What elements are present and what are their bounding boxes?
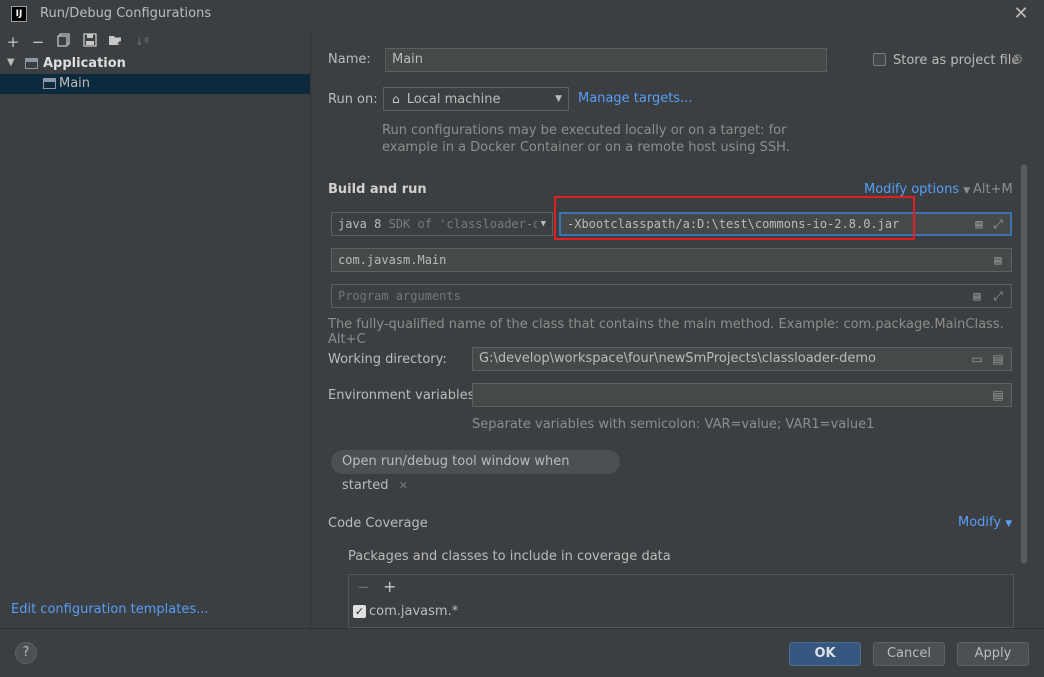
gear-icon[interactable]: ⚙ — [1011, 52, 1024, 68]
code-coverage-heading: Code Coverage — [328, 516, 428, 531]
build-and-run-heading: Build and run — [328, 182, 427, 197]
main-class-value: com.javasm.Main — [338, 253, 447, 267]
store-as-project-checkbox[interactable] — [873, 53, 886, 66]
expand-icon[interactable]: ⤢ — [991, 288, 1005, 304]
tree-item-label: Application — [43, 56, 126, 71]
tool-window-option-tag: Open run/debug tool window when started … — [331, 450, 620, 493]
working-directory-value: G:\develop\workspace\four\newSmProjects\… — [479, 351, 876, 366]
chevron-down-icon: ▼ — [1005, 519, 1013, 529]
run-on-value: Local machine — [406, 92, 501, 107]
chevron-down-icon[interactable]: ▼ — [7, 57, 15, 68]
application-icon — [25, 58, 38, 69]
working-directory-label: Working directory: — [328, 352, 447, 367]
coverage-list: − + ✓ com.javasm.* — [348, 574, 1014, 628]
modify-label: Modify — [958, 515, 1002, 530]
document-icon[interactable]: ▤ — [972, 216, 986, 232]
name-label: Name: — [328, 52, 371, 67]
sdk-value: java 8 — [338, 217, 382, 231]
copy-icon[interactable] — [55, 33, 73, 51]
remove-icon[interactable]: − — [29, 33, 47, 51]
document-icon[interactable]: ▤ — [991, 387, 1005, 403]
tool-window-option-label: Open run/debug tool window when started — [342, 454, 570, 493]
help-button[interactable]: ? — [15, 642, 37, 664]
chevron-down-icon: ▼ — [963, 186, 971, 196]
coverage-packages-label: Packages and classes to include in cover… — [348, 549, 671, 564]
chevron-down-icon: ▼ — [536, 213, 546, 235]
name-input[interactable] — [392, 49, 783, 71]
scrollbar[interactable] — [1021, 164, 1027, 564]
modify-options-label: Modify options — [864, 182, 960, 197]
save-icon[interactable] — [81, 33, 99, 51]
program-arguments-input[interactable] — [338, 285, 944, 307]
cancel-button[interactable]: Cancel — [873, 642, 945, 666]
main-class-hint: The fully-qualified name of the class th… — [328, 317, 1004, 347]
remove-icon[interactable]: − — [357, 578, 370, 596]
tree-item-label: Main — [59, 76, 91, 91]
expand-icon[interactable]: ⤢ — [991, 216, 1005, 232]
run-on-dropdown[interactable]: ⌂ Local machine ▼ — [383, 87, 569, 111]
sort-icon[interactable]: ↓ª — [133, 33, 151, 51]
sdk-suffix: SDK of 'classloader-d — [388, 217, 541, 231]
modify-link[interactable]: Modify ▼ — [958, 515, 1012, 530]
remove-tag-icon[interactable]: ✕ — [399, 479, 408, 492]
environment-variables-field[interactable]: ▤ — [472, 383, 1012, 407]
modify-options-link[interactable]: Modify options ▼ — [864, 182, 970, 197]
add-icon[interactable]: + — [4, 33, 22, 51]
folder-add-icon[interactable] — [107, 33, 125, 51]
window-title: Run/Debug Configurations — [40, 6, 212, 21]
tree-item-application[interactable]: ▼ Application — [0, 54, 310, 74]
environment-variables-hint: Separate variables with semicolon: VAR=v… — [472, 417, 875, 432]
tree-item-main[interactable]: Main — [0, 74, 310, 94]
folder-icon[interactable]: ▭ — [970, 351, 984, 367]
name-field[interactable] — [385, 48, 827, 72]
working-directory-field[interactable]: G:\develop\workspace\four\newSmProjects\… — [472, 347, 1012, 371]
edit-templates-link[interactable]: Edit configuration templates... — [11, 602, 209, 617]
sdk-dropdown[interactable]: java 8 SDK of 'classloader-d ▼ — [331, 212, 553, 236]
coverage-item-label: com.javasm.* — [369, 604, 459, 619]
intellij-logo-icon: IJ — [11, 6, 27, 22]
coverage-item-checkbox[interactable]: ✓ — [353, 605, 366, 618]
run-on-hint-line-2: example in a Docker Container or on a re… — [382, 140, 790, 155]
ok-button[interactable]: OK — [789, 642, 861, 666]
store-as-project-label: Store as project file — [893, 53, 1020, 68]
modify-options-shortcut: Alt+M — [973, 182, 1013, 197]
run-on-label: Run on: — [328, 92, 378, 107]
environment-variables-label: Environment variables: — [328, 388, 479, 403]
apply-button[interactable]: Apply — [957, 642, 1029, 666]
add-icon[interactable]: + — [383, 577, 396, 596]
document-icon[interactable]: ▤ — [991, 351, 1005, 367]
program-arguments-field[interactable]: ▤ ⤢ — [331, 284, 1012, 308]
application-icon — [43, 78, 56, 89]
main-class-field[interactable]: com.javasm.Main ▤ — [331, 248, 1012, 272]
run-on-hint-line-1: Run configurations may be executed local… — [382, 123, 787, 138]
document-icon[interactable]: ▤ — [991, 252, 1005, 268]
home-icon: ⌂ — [392, 92, 400, 106]
manage-targets-link[interactable]: Manage targets... — [578, 91, 692, 106]
highlight-box — [554, 196, 915, 240]
document-icon[interactable]: ▤ — [970, 288, 984, 304]
configurations-sidebar: + − ↓ª ▼ Application Main — [0, 30, 311, 628]
close-icon[interactable]: ✕ — [1010, 3, 1032, 25]
chevron-down-icon: ▼ — [555, 94, 562, 104]
